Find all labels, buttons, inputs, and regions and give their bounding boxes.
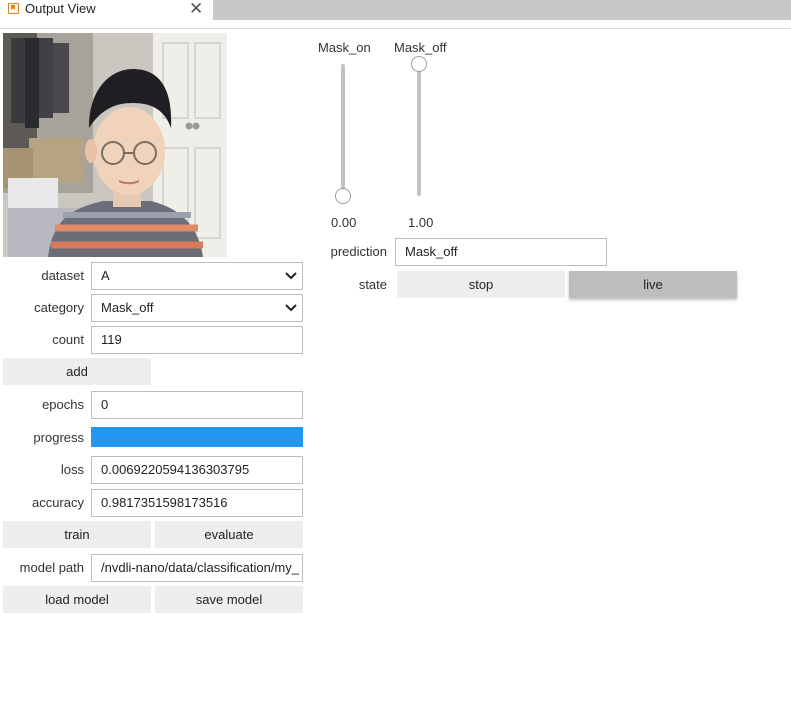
model-path-field[interactable]: /nvdli-nano/data/classification/my_	[91, 554, 303, 582]
divider	[0, 28, 791, 29]
category-label: category	[34, 300, 84, 315]
slider-mask-off-label: Mask_off	[394, 40, 447, 55]
progress-fill	[91, 427, 303, 447]
output-view-icon	[8, 3, 19, 14]
epochs-field[interactable]: 0	[91, 391, 303, 419]
slider-mask-on-track[interactable]	[341, 64, 345, 196]
prediction-field[interactable]: Mask_off	[395, 238, 607, 266]
state-stop-button[interactable]: stop	[397, 271, 565, 298]
slider-mask-off-track[interactable]	[417, 64, 421, 196]
prediction-label: prediction	[330, 244, 387, 259]
count-field[interactable]: 119	[91, 326, 303, 354]
chevron-down-icon	[285, 304, 297, 312]
progress-label: progress	[33, 430, 84, 445]
tab-title: Output View	[25, 1, 96, 16]
dataset-select[interactable]: A	[91, 262, 303, 290]
train-button[interactable]: train	[3, 521, 151, 548]
epochs-label: epochs	[42, 397, 84, 412]
accuracy-field[interactable]: 0.9817351598173516	[91, 489, 303, 517]
dataset-value: A	[101, 268, 110, 283]
chevron-down-icon	[285, 272, 297, 280]
save-model-button[interactable]: save model	[155, 586, 303, 613]
slider-mask-off-value: 1.00	[408, 215, 434, 230]
state-label: state	[358, 277, 387, 292]
slider-mask-on-label: Mask_on	[318, 40, 371, 55]
tab-bar-filler	[213, 0, 791, 20]
tab-output-view[interactable]: Output View ✕	[0, 0, 212, 20]
add-button[interactable]: add	[3, 358, 151, 385]
count-label: count	[52, 332, 84, 347]
loss-field[interactable]: 0.0069220594136303795	[91, 456, 303, 484]
slider-mask-on-thumb[interactable]	[335, 188, 351, 204]
close-icon[interactable]: ✕	[189, 0, 203, 19]
loss-label: loss	[60, 462, 84, 477]
dataset-label: dataset	[41, 268, 84, 283]
state-live-button[interactable]: live	[569, 271, 737, 298]
category-value: Mask_off	[101, 300, 154, 315]
progress-bar	[91, 427, 303, 447]
slider-mask-off-thumb[interactable]	[411, 56, 427, 72]
evaluate-button[interactable]: evaluate	[155, 521, 303, 548]
model-path-label: model path	[19, 560, 84, 575]
accuracy-label: accuracy	[31, 495, 84, 510]
tab-bar: Output View ✕	[0, 0, 791, 20]
slider-mask-on-value: 0.00	[331, 215, 357, 230]
webcam-image	[3, 33, 227, 257]
load-model-button[interactable]: load model	[3, 586, 151, 613]
category-select[interactable]: Mask_off	[91, 294, 303, 322]
